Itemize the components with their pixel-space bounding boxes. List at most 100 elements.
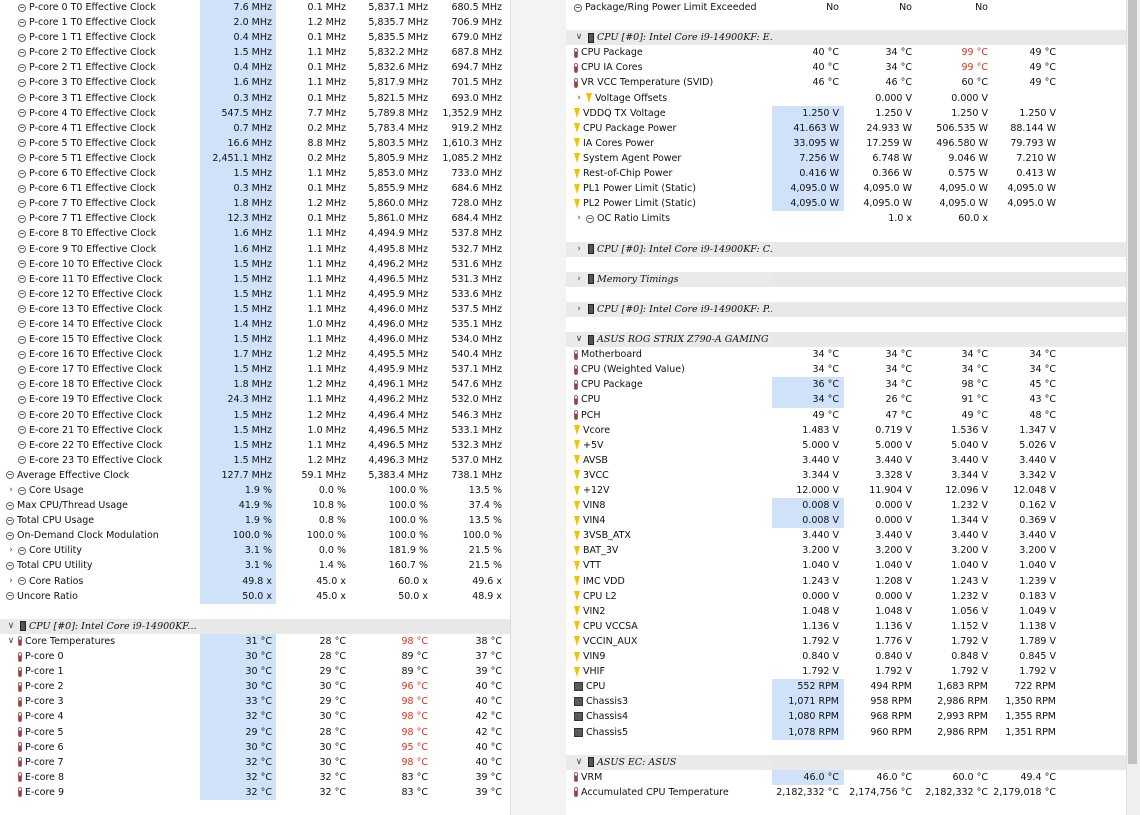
- sensor-row[interactable]: CPU L2 0.000 V 0.000 V 1.232 V 0.183 V: [566, 589, 1126, 604]
- sensor-row[interactable]: Total CPU Utility 3.1 % 1.4 % 160.7 % 21.5 %: [0, 558, 510, 574]
- scrollbar-thumb[interactable]: [1128, 0, 1137, 764]
- sensor-row[interactable]: P-core 7 T0 Effective Clock 1.8 MHz 1.2 MH…: [0, 196, 510, 212]
- chevron-right-icon[interactable]: ›: [574, 302, 584, 317]
- sensor-row[interactable]: P-core 3 T0 Effective Clock 1.6 MHz 1.1 MH…: [0, 75, 510, 91]
- sensor-row[interactable]: E-core 12 T0 Effective Clock 1.5 MHz 1.1 M…: [0, 286, 510, 302]
- sensor-row[interactable]: CPU 34 °C 26 °C 91 °C 43 °C: [566, 392, 1126, 408]
- sensor-row[interactable]: PL2 Power Limit (Static) 4,095.0 W 4,095.0…: [566, 196, 1126, 212]
- sensor-row[interactable]: VR VCC Temperature (SVID) 46 °C 46 °C 60 °C…: [566, 75, 1126, 90]
- sensor-row[interactable]: › Core Ratios 49.8 x 45.0 x 60.0 x 49.6 x: [0, 573, 510, 589]
- sensor-row[interactable]: P-core 6 T1 Effective Clock 0.3 MHz 0.1 MH…: [0, 181, 510, 197]
- sensor-row[interactable]: P-core 0 30 °C 28 °C 89 °C 37 °C: [0, 649, 510, 665]
- sensor-row[interactable]: E-core 10 T0 Effective Clock 1.5 MHz 1.1 M…: [0, 256, 510, 272]
- sensor-row[interactable]: VIN8 0.008 V 0.000 V 1.232 V 0.162 V: [566, 498, 1126, 514]
- sensor-row[interactable]: › OC Ratio Limits 1.0 x 60.0 x: [566, 211, 1126, 226]
- sensor-row[interactable]: 3VCC 3.344 V 3.328 V 3.344 V 3.342 V: [566, 468, 1126, 483]
- sensor-group-header[interactable]: ∨ CPU [#0]: Intel Core i9-14900KF: E...: [566, 30, 1126, 46]
- sensor-row[interactable]: CPU Package 40 °C 34 °C 99 °C 49 °C: [566, 45, 1126, 60]
- sensor-row[interactable]: Motherboard 34 °C 34 °C 34 °C 34 °C: [566, 347, 1126, 362]
- chevron-right-icon[interactable]: ›: [6, 574, 16, 589]
- sensor-row[interactable]: P-core 5 29 °C 28 °C 98 °C 42 °C: [0, 724, 510, 740]
- sensor-row[interactable]: Average Effective Clock 127.7 MHz 59.1 MHz…: [0, 467, 510, 483]
- sensor-row[interactable]: Chassis3 1,071 RPM 958 RPM 2,986 RPM 1,350 R…: [566, 694, 1126, 710]
- sensor-row[interactable]: E-core 9 32 °C 32 °C 83 °C 39 °C: [0, 784, 510, 800]
- sensor-row[interactable]: P-core 5 T1 Effective Clock 2,451.1 MHz 0.…: [0, 150, 510, 167]
- sensor-row[interactable]: P-core 0 T0 Effective Clock 7.6 MHz 0.1 MH…: [0, 0, 510, 16]
- sensor-row[interactable]: E-core 22 T0 Effective Clock 1.5 MHz 1.1 M…: [0, 437, 510, 453]
- sensor-row[interactable]: +12V 12.000 V 11.904 V 12.096 V 12.048 V: [566, 483, 1126, 498]
- sensor-row[interactable]: CPU IA Cores 40 °C 34 °C 99 °C 49 °C: [566, 60, 1126, 75]
- chevron-down-icon[interactable]: ∨: [574, 755, 584, 770]
- sensor-row[interactable]: Uncore Ratio 50.0 x 45.0 x 50.0 x 48.9 x: [0, 588, 510, 604]
- sensor-row[interactable]: ∨ Core Temperatures 31 °C 28 °C 98 °C 38 °C: [0, 633, 510, 650]
- sensor-row[interactable]: P-core 1 T0 Effective Clock 2.0 MHz 1.2 MH…: [0, 15, 510, 31]
- sensor-row[interactable]: P-core 2 T0 Effective Clock 1.5 MHz 1.1 MH…: [0, 45, 510, 61]
- sensor-row[interactable]: E-core 17 T0 Effective Clock 1.5 MHz 1.1 M…: [0, 362, 510, 378]
- sensor-row[interactable]: PL1 Power Limit (Static) 4,095.0 W 4,095.0…: [566, 181, 1126, 197]
- sensor-row[interactable]: › Voltage Offsets 0.000 V 0.000 V: [566, 91, 1126, 106]
- sensor-row[interactable]: BAT_3V 3.200 V 3.200 V 3.200 V 3.200 V: [566, 543, 1126, 558]
- sensor-row[interactable]: PCH 49 °C 47 °C 49 °C 48 °C: [566, 408, 1126, 423]
- sensor-row[interactable]: P-core 4 T0 Effective Clock 547.5 MHz 7.7 …: [0, 105, 510, 121]
- chevron-down-icon[interactable]: ∨: [6, 619, 16, 634]
- sensor-row[interactable]: E-core 8 T0 Effective Clock 1.6 MHz 1.1 MH…: [0, 226, 510, 242]
- sensor-row[interactable]: E-core 19 T0 Effective Clock 24.3 MHz 1.1 …: [0, 392, 510, 408]
- chevron-down-icon[interactable]: ∨: [574, 30, 584, 45]
- sensor-row[interactable]: Rest-of-Chip Power 0.416 W 0.366 W 0.575 W 0…: [566, 166, 1126, 182]
- sensor-row[interactable]: +5V 5.000 V 5.000 V 5.040 V 5.026 V: [566, 438, 1126, 453]
- chevron-down-icon[interactable]: ∨: [6, 634, 16, 649]
- sensor-row[interactable]: IA Cores Power 33.095 W 17.259 W 496.580 W 7…: [566, 135, 1126, 151]
- sensor-group-header[interactable]: ∨ ASUS EC: ASUS: [566, 754, 1126, 770]
- sensor-row[interactable]: VRM 46.0 °C 46.0 °C 60.0 °C 49.4 °C: [566, 769, 1126, 785]
- sensor-row[interactable]: E-core 11 T0 Effective Clock 1.5 MHz 1.1 M…: [0, 271, 510, 287]
- sensor-row[interactable]: E-core 21 T0 Effective Clock 1.5 MHz 1.0 M…: [0, 422, 510, 438]
- sensor-row[interactable]: CPU Package 36 °C 34 °C 98 °C 45 °C: [566, 377, 1126, 393]
- sensor-row[interactable]: On-Demand Clock Modulation 100.0 % 100.0 %…: [0, 528, 510, 544]
- sensor-row[interactable]: E-core 15 T0 Effective Clock 1.5 MHz 1.1 M…: [0, 332, 510, 348]
- sensor-table-left[interactable]: P-core 0 T0 Effective Clock 7.6 MHz 0.1 MH…: [0, 0, 510, 815]
- sensor-group-header[interactable]: › Memory Timings: [566, 271, 1126, 287]
- sensor-row[interactable]: Chassis4 1,080 RPM 968 RPM 2,993 RPM 1,355 R…: [566, 709, 1126, 725]
- sensor-row[interactable]: P-core 6 30 °C 30 °C 95 °C 40 °C: [0, 739, 510, 755]
- sensor-row[interactable]: Total CPU Usage 1.9 % 0.8 % 100.0 % 13.5 %: [0, 513, 510, 529]
- chevron-right-icon[interactable]: ›: [574, 91, 584, 106]
- sensor-row[interactable]: IMC VDD 1.243 V 1.208 V 1.243 V 1.239 V: [566, 574, 1126, 589]
- sensor-row[interactable]: P-core 7 32 °C 30 °C 98 °C 40 °C: [0, 754, 510, 770]
- sensor-row[interactable]: P-core 2 T1 Effective Clock 0.4 MHz 0.1 MH…: [0, 60, 510, 76]
- sensor-row[interactable]: VDDQ TX Voltage 1.250 V 1.250 V 1.250 V 1.25…: [566, 105, 1126, 121]
- sensor-row[interactable]: E-core 13 T0 Effective Clock 1.5 MHz 1.1 M…: [0, 301, 510, 317]
- sensor-row[interactable]: CPU (Weighted Value) 34 °C 34 °C 34 °C 34 °C: [566, 362, 1126, 377]
- sensor-row[interactable]: P-core 4 T1 Effective Clock 0.7 MHz 0.2 MH…: [0, 120, 510, 136]
- sensor-row[interactable]: System Agent Power 7.256 W 6.748 W 9.046 W 7…: [566, 150, 1126, 167]
- sensor-row[interactable]: E-core 23 T0 Effective Clock 1.5 MHz 1.2 M…: [0, 452, 510, 468]
- sensor-row[interactable]: E-core 20 T0 Effective Clock 1.5 MHz 1.2 M…: [0, 407, 510, 423]
- sensor-row[interactable]: VTT 1.040 V 1.040 V 1.040 V 1.040 V: [566, 558, 1126, 573]
- sensor-row[interactable]: VIN9 0.840 V 0.840 V 0.848 V 0.845 V: [566, 649, 1126, 664]
- sensor-row[interactable]: Chassis5 1,078 RPM 960 RPM 2,986 RPM 1,351 R…: [566, 724, 1126, 740]
- chevron-right-icon[interactable]: ›: [574, 242, 584, 257]
- sensor-row[interactable]: E-core 9 T0 Effective Clock 1.6 MHz 1.1 MH…: [0, 241, 510, 257]
- sensor-row[interactable]: VHIF 1.792 V 1.792 V 1.792 V 1.792 V: [566, 664, 1126, 679]
- sensor-row[interactable]: E-core 16 T0 Effective Clock 1.7 MHz 1.2 M…: [0, 347, 510, 363]
- sensor-row[interactable]: E-core 18 T0 Effective Clock 1.8 MHz 1.2 M…: [0, 377, 510, 393]
- sensor-row[interactable]: Package/Ring Power Limit Exceeded No No No: [566, 0, 1126, 15]
- sensor-row[interactable]: P-core 3 T1 Effective Clock 0.3 MHz 0.1 MH…: [0, 90, 510, 106]
- sensor-row[interactable]: Accumulated CPU Temperature 2,182,332 °C 2…: [566, 785, 1126, 800]
- sensor-row[interactable]: P-core 1 30 °C 29 °C 89 °C 39 °C: [0, 664, 510, 680]
- sensor-row[interactable]: 3VSB_ATX 3.440 V 3.440 V 3.440 V 3.440 V: [566, 528, 1126, 543]
- sensor-group-header[interactable]: ∨ CPU [#0]: Intel Core i9-14900KF...: [0, 618, 510, 634]
- sensor-row[interactable]: P-core 4 32 °C 30 °C 98 °C 42 °C: [0, 709, 510, 725]
- chevron-right-icon[interactable]: ›: [6, 543, 16, 558]
- sensor-row[interactable]: P-core 1 T1 Effective Clock 0.4 MHz 0.1 MH…: [0, 30, 510, 46]
- sensor-row[interactable]: E-core 14 T0 Effective Clock 1.4 MHz 1.0 M…: [0, 316, 510, 333]
- sensor-row[interactable]: VIN4 0.008 V 0.000 V 1.344 V 0.369 V: [566, 513, 1126, 529]
- sensor-row[interactable]: P-core 5 T0 Effective Clock 16.6 MHz 8.8 M…: [0, 135, 510, 151]
- sensor-row[interactable]: CPU Package Power 41.663 W 24.933 W 506.535…: [566, 120, 1126, 136]
- sensor-row[interactable]: Max CPU/Thread Usage 41.9 % 10.8 % 100.0 % 3…: [0, 498, 510, 514]
- sensor-row[interactable]: › Core Usage 1.9 % 0.0 % 100.0 % 13.5 %: [0, 483, 510, 499]
- sensor-row[interactable]: P-core 6 T0 Effective Clock 1.5 MHz 1.1 MH…: [0, 166, 510, 182]
- sensor-row[interactable]: CPU 552 RPM 494 RPM 1,683 RPM 722 RPM: [566, 679, 1126, 695]
- sensor-row[interactable]: VIN2 1.048 V 1.048 V 1.056 V 1.049 V: [566, 604, 1126, 619]
- chevron-right-icon[interactable]: ›: [6, 483, 16, 498]
- sensor-row[interactable]: CPU VCCSA 1.136 V 1.136 V 1.152 V 1.138 V: [566, 619, 1126, 634]
